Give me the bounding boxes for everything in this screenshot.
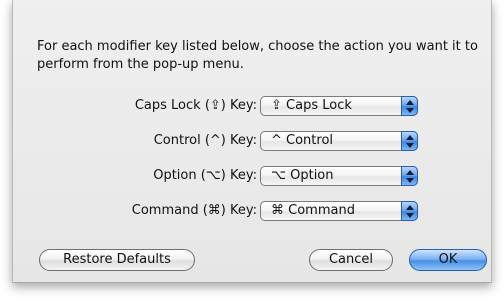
popup-arrows-icon <box>401 201 418 221</box>
caps-lock-key-label: Caps Lock (⇪) Key: <box>134 98 257 113</box>
modifier-row-option: Option (⌥) Key: ⌥ Option <box>13 166 491 188</box>
popup-arrows-icon <box>401 131 418 151</box>
control-popup-value: ^ Control <box>271 133 334 148</box>
cancel-button[interactable]: Cancel <box>309 249 393 271</box>
caps-lock-popup-value: ⇪ Caps Lock <box>271 98 352 113</box>
control-key-label: Control (^) Key: <box>153 133 257 148</box>
command-popup-value: ⌘ Command <box>271 203 355 218</box>
restore-defaults-button[interactable]: Restore Defaults <box>39 249 195 271</box>
popup-arrows-icon <box>401 96 418 116</box>
ok-button[interactable]: OK <box>409 249 487 271</box>
instructions-text: For each modifier key listed below, choo… <box>37 39 478 72</box>
modifier-row-control: Control (^) Key: ^ Control <box>13 131 491 153</box>
control-popup[interactable]: ^ Control <box>260 131 418 151</box>
command-key-label: Command (⌘) Key: <box>131 203 257 218</box>
modifier-row-caps-lock: Caps Lock (⇪) Key: ⇪ Caps Lock <box>13 96 491 118</box>
popup-arrows-icon <box>401 166 418 186</box>
caps-lock-popup[interactable]: ⇪ Caps Lock <box>260 96 418 116</box>
modifier-keys-sheet: For each modifier key listed below, choo… <box>12 0 492 283</box>
option-popup-value: ⌥ Option <box>271 168 334 183</box>
option-key-label: Option (⌥) Key: <box>153 168 257 183</box>
command-popup[interactable]: ⌘ Command <box>260 201 418 221</box>
option-popup[interactable]: ⌥ Option <box>260 166 418 186</box>
modifier-row-command: Command (⌘) Key: ⌘ Command <box>13 201 491 223</box>
